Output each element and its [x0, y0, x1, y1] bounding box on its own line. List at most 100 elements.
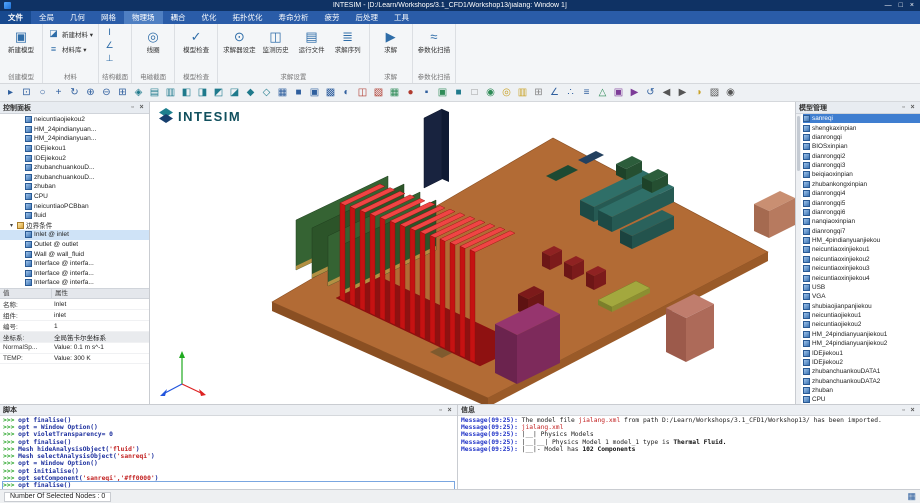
refresh-icon[interactable]: ↺: [643, 85, 658, 100]
hide-selected-icon[interactable]: □: [467, 85, 482, 100]
model-list-item[interactable]: zhubanchuankouDATA2: [803, 377, 920, 386]
model-list-item[interactable]: VGA: [803, 292, 920, 301]
tree-item[interactable]: ▾ Wall @ wall_fluid: [0, 249, 149, 259]
float-panel-icon[interactable]: ▫: [899, 104, 908, 111]
ribbon-button[interactable]: ◪ 新建材料 ▾: [46, 26, 95, 41]
tree-item[interactable]: ▾ HM_24pindianyuan...: [0, 134, 149, 144]
model-list-item[interactable]: neicuntiaojiekou1: [803, 311, 920, 320]
model-list-item[interactable]: beiqiaoxinpian: [803, 170, 920, 179]
property-row[interactable]: 名称: Inlet: [0, 299, 149, 310]
zoom-window-icon[interactable]: ⊞: [115, 85, 130, 100]
body-select-icon[interactable]: ■: [451, 85, 466, 100]
model-list-item[interactable]: zhuban: [803, 386, 920, 395]
model-list-item[interactable]: dianrongqi7: [803, 227, 920, 236]
tree-item[interactable]: ▾ Inlet @ inlet: [0, 230, 149, 240]
light-icon[interactable]: ◑: [691, 85, 706, 100]
ribbon-tab[interactable]: 物理场: [124, 11, 163, 24]
model-list-item[interactable]: HM_24pindianyuanjiekou1: [803, 330, 920, 339]
ribbon-tab[interactable]: 寿命分析: [271, 11, 317, 24]
ribbon-button[interactable]: Ⅰ: [102, 26, 128, 39]
tree-item[interactable]: ▾ HM_24pindianyuan...: [0, 125, 149, 135]
animation-icon[interactable]: ▶: [627, 85, 642, 100]
ribbon-button[interactable]: ✓ 模型检查: [178, 26, 214, 56]
measure-icon[interactable]: ∠: [547, 85, 562, 100]
close-panel-icon[interactable]: ×: [445, 407, 454, 414]
perspective-view-icon[interactable]: ◇: [259, 85, 274, 100]
ribbon-tab[interactable]: 全局: [31, 11, 62, 24]
scrollbar[interactable]: [796, 114, 801, 404]
ribbon-button[interactable]: ▣ 新建模型: [3, 26, 39, 56]
edge-select-icon[interactable]: ▪: [419, 85, 434, 100]
close-panel-icon[interactable]: ×: [137, 104, 146, 111]
bottom-view-icon[interactable]: ◪: [227, 85, 242, 100]
ribbon-button[interactable]: ⊙ 求解器设定: [221, 26, 258, 56]
viewport-3d-scene[interactable]: INTESIM: [150, 102, 795, 404]
viewport-3d[interactable]: INTESIM: [150, 102, 795, 404]
tree-item[interactable]: ▾ neicuntiaojiekou2: [0, 115, 149, 125]
model-list-item[interactable]: dianrongqi4: [803, 189, 920, 198]
property-row[interactable]: TEMP: Value: 300 K: [0, 354, 149, 365]
property-row[interactable]: 编号: 1: [0, 321, 149, 332]
model-list-item[interactable]: dianrongqi: [803, 133, 920, 142]
snapshot-icon[interactable]: ▣: [611, 85, 626, 100]
box-select-icon[interactable]: ⊡: [19, 85, 34, 100]
expansion-card-model[interactable]: [424, 109, 449, 188]
tree-item[interactable]: ▾ fluid: [0, 211, 149, 221]
ribbon-tab[interactable]: 拓扑优化: [225, 11, 271, 24]
model-list-item[interactable]: HM_4pindianyuanjiekou: [803, 236, 920, 245]
model-list-item[interactable]: neicuntiaoxinjiekou1: [803, 245, 920, 254]
tree-item[interactable]: ▾ 边界条件: [0, 221, 149, 231]
ribbon-tab[interactable]: 后处理: [348, 11, 387, 24]
ribbon-button[interactable]: ≣ 求解序列: [330, 26, 366, 56]
left-view-icon[interactable]: ◧: [179, 85, 194, 100]
ribbon-button[interactable]: ▶ 求解: [373, 26, 409, 56]
model-list-item[interactable]: dianrongqi6: [803, 208, 920, 217]
shaded-icon[interactable]: ■: [291, 85, 306, 100]
show-all-icon[interactable]: ◉: [483, 85, 498, 100]
model-list-item[interactable]: neicuntiaoxinjiekou3: [803, 264, 920, 273]
float-panel-icon[interactable]: ▫: [128, 104, 137, 111]
model-list-item[interactable]: neicuntiaoxinjiekou2: [803, 255, 920, 264]
float-panel-icon[interactable]: ▫: [899, 407, 908, 414]
property-row[interactable]: 坐标系: 全局笛卡尔坐标系: [0, 332, 149, 343]
tree-item[interactable]: ▾ CPU: [0, 192, 149, 202]
model-list-item[interactable]: IDEjiekou1: [803, 348, 920, 357]
top-view-icon[interactable]: ◩: [211, 85, 226, 100]
ribbon-button[interactable]: ≡ 材料库 ▾: [46, 41, 95, 56]
minimize-button[interactable]: —: [885, 0, 892, 11]
connector-block-model[interactable]: [754, 191, 795, 238]
model-list-item[interactable]: zhubankongxinpian: [803, 180, 920, 189]
hidden-line-icon[interactable]: ▩: [323, 85, 338, 100]
tree-item[interactable]: ▾ Outlet @ outlet: [0, 240, 149, 250]
iso-view-icon[interactable]: ◆: [243, 85, 258, 100]
tree-item[interactable]: ▾ Interface @ interfa...: [0, 259, 149, 269]
highlight-icon[interactable]: ◎: [499, 85, 514, 100]
model-list-item[interactable]: sanreqi: [803, 114, 920, 123]
annotation-icon[interactable]: ≡: [579, 85, 594, 100]
color-legend-icon[interactable]: ▥: [515, 85, 530, 100]
model-list-item[interactable]: HM_24pindianyuanjiekou2: [803, 339, 920, 348]
close-panel-icon[interactable]: ×: [908, 104, 917, 111]
model-list-item[interactable]: dianrongqi5: [803, 198, 920, 207]
tree-item[interactable]: ▾ zhubanchuankouD...: [0, 163, 149, 173]
back-view-icon[interactable]: ▥: [163, 85, 178, 100]
probe-icon[interactable]: ∴: [563, 85, 578, 100]
undo-icon[interactable]: ◀: [659, 85, 674, 100]
node-select-icon[interactable]: ●: [403, 85, 418, 100]
ribbon-button[interactable]: ▤ 运行文件: [294, 26, 330, 56]
select-icon[interactable]: ▸: [3, 85, 18, 100]
shaded-edges-icon[interactable]: ▣: [307, 85, 322, 100]
grid-icon[interactable]: ⊞: [531, 85, 546, 100]
model-list-item[interactable]: neicuntiaoxinjiekou4: [803, 273, 920, 282]
ribbon-tab[interactable]: 文件: [0, 11, 31, 24]
view-layout-icon[interactable]: ▦: [907, 491, 916, 502]
model-list-item[interactable]: shengkaxinpian: [803, 123, 920, 132]
tree-item[interactable]: ▾ IDEjiekou2: [0, 153, 149, 163]
rotate-view-icon[interactable]: ↻: [67, 85, 82, 100]
ribbon-button[interactable]: ∠: [102, 39, 128, 52]
mesh-display-icon[interactable]: ▦: [387, 85, 402, 100]
scrollbar-thumb[interactable]: [797, 116, 800, 171]
model-list-item[interactable]: BIOSxinpian: [803, 142, 920, 151]
model-list-item[interactable]: dianrongqi2: [803, 152, 920, 161]
right-view-icon[interactable]: ◨: [195, 85, 210, 100]
